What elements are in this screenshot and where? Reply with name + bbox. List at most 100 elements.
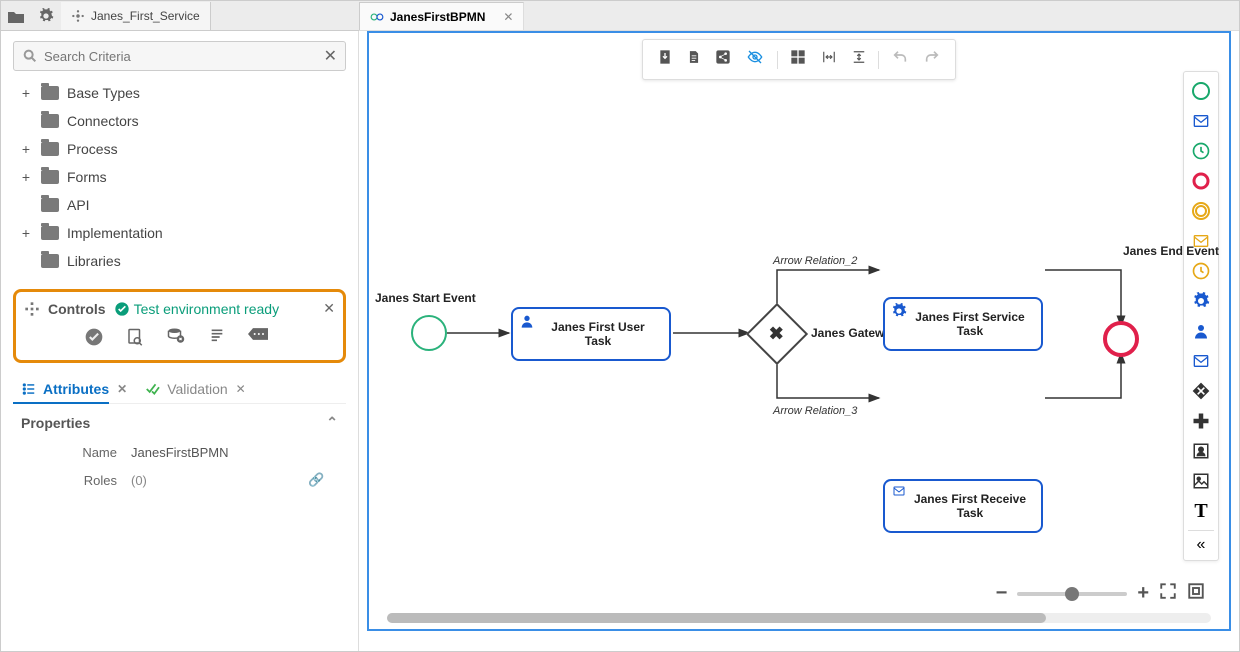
link-icon[interactable]: 🔗 [308, 472, 338, 488]
user-task[interactable]: Janes First User Task [511, 307, 671, 361]
tree-item-libraries[interactable]: Libraries [17, 247, 346, 275]
chevron-up-icon[interactable]: ⌃ [326, 414, 338, 431]
fullscreen-icon[interactable] [1159, 582, 1177, 605]
clear-search-icon[interactable]: ✕ [324, 46, 337, 66]
canvas-toolbar [642, 39, 956, 80]
folder-icon [41, 170, 59, 184]
download-icon[interactable] [655, 47, 675, 72]
start-event-icon[interactable] [1190, 80, 1212, 102]
properties-panel: Properties ⌃ Name JanesFirstBPMN Roles (… [7, 404, 352, 504]
relation-2-label: Arrow Relation_2 [773, 255, 857, 267]
tab-validation[interactable]: Validation ✕ [135, 375, 254, 403]
bpmn-icon [370, 10, 384, 24]
file-search-icon[interactable] [126, 327, 144, 352]
end-event[interactable] [1103, 321, 1139, 357]
x-icon: ✖ [769, 324, 784, 345]
fit-icon[interactable] [1187, 582, 1205, 605]
tree-item-implementation[interactable]: +Implementation [17, 219, 346, 247]
gateway-icon[interactable] [1190, 380, 1212, 402]
relation-3-label: Arrow Relation_3 [773, 405, 857, 417]
controls-title: Controls [48, 301, 106, 317]
sidebar: ✕ +Base Types Connectors +Process +Forms… [1, 31, 359, 651]
folder-icon [41, 114, 59, 128]
horizontal-scrollbar[interactable] [387, 613, 1211, 623]
property-roles: Roles (0) 🔗 [21, 466, 338, 494]
verify-icon[interactable] [84, 327, 104, 352]
intermediate-event-icon[interactable] [1190, 200, 1212, 222]
folder-icon [41, 226, 59, 240]
share-icon[interactable] [713, 47, 733, 72]
visibility-off-icon[interactable] [743, 47, 767, 72]
document-icon[interactable] [685, 47, 703, 72]
tree-item-connectors[interactable]: Connectors [17, 107, 346, 135]
image-icon[interactable] [1190, 470, 1212, 492]
fit-width-icon[interactable] [818, 48, 840, 71]
tree-item-process[interactable]: +Process [17, 135, 346, 163]
zoom-slider[interactable] [1017, 592, 1127, 596]
list-icon [21, 382, 37, 396]
start-event-label: Janes Start Event [375, 291, 476, 305]
bpmn-palette: T « [1183, 71, 1219, 561]
timer-event-icon[interactable] [1190, 140, 1212, 162]
gear-icon[interactable] [31, 1, 61, 31]
zoom-in-button[interactable]: + [1137, 582, 1149, 605]
database-icon[interactable] [166, 327, 186, 352]
tree-item-base-types[interactable]: +Base Types [17, 79, 346, 107]
message-start-icon[interactable] [1190, 110, 1212, 132]
close-tab-icon[interactable]: ✕ [117, 382, 127, 396]
search-icon [22, 48, 38, 64]
tab-attributes[interactable]: Attributes ✕ [13, 375, 135, 403]
subtabs: Attributes ✕ Validation ✕ [13, 375, 346, 404]
close-tab-icon[interactable]: ✕ [503, 10, 513, 24]
search-input[interactable] [44, 49, 324, 64]
fit-height-icon[interactable] [850, 46, 868, 73]
controls-toolbar [24, 327, 335, 352]
folder-icon [41, 254, 59, 268]
editor-tab[interactable]: JanesFirstBPMN ✕ [359, 2, 524, 30]
user-task-icon[interactable] [1190, 320, 1212, 342]
folder-icon [41, 198, 59, 212]
grid-icon[interactable] [788, 47, 808, 72]
start-event[interactable] [411, 315, 447, 351]
zoom-controls: − + [996, 582, 1205, 605]
property-name: Name JanesFirstBPMN [21, 439, 338, 466]
end-event-label: Janes End Event [1109, 244, 1219, 258]
end-event-icon[interactable] [1190, 170, 1212, 192]
controls-panel: Controls Test environment ready ✕ [13, 289, 346, 363]
folder-icon[interactable] [1, 1, 31, 31]
canvas-area: JanesFirstBPMN ✕ [359, 31, 1239, 651]
redo-icon[interactable] [921, 47, 943, 72]
folder-icon [41, 142, 59, 156]
close-controls-icon[interactable]: ✕ [323, 300, 335, 317]
service-task[interactable]: Janes First Service Task [883, 297, 1043, 351]
zoom-out-button[interactable]: − [996, 582, 1008, 605]
main: ✕ +Base Types Connectors +Process +Forms… [1, 31, 1239, 651]
gateway[interactable]: ✖ [746, 303, 808, 365]
list-icon[interactable] [208, 327, 226, 352]
service-task-icon[interactable] [1190, 290, 1212, 312]
undo-icon[interactable] [889, 47, 911, 72]
controls-icon [24, 301, 40, 317]
topbar-left: Janes_First_Service [1, 1, 211, 30]
tree-item-forms[interactable]: +Forms [17, 163, 346, 191]
properties-header[interactable]: Properties ⌃ [21, 414, 338, 431]
user-icon [519, 313, 535, 332]
timer-catch-icon[interactable] [1190, 260, 1212, 282]
plus-icon[interactable] [1190, 410, 1212, 432]
text-icon[interactable]: T [1190, 500, 1212, 522]
close-tab-icon[interactable]: ✕ [236, 382, 246, 396]
diagram-canvas[interactable]: T « Janes Start Event [367, 31, 1231, 631]
collapse-icon[interactable]: « [1188, 530, 1214, 552]
tree: +Base Types Connectors +Process +Forms A… [7, 75, 352, 283]
project-tab[interactable]: Janes_First_Service [61, 2, 211, 30]
envelope-icon [891, 485, 907, 500]
status-ready: Test environment ready [114, 301, 280, 317]
receive-task-icon[interactable] [1190, 350, 1212, 372]
receive-task[interactable]: Janes First Receive Task [883, 479, 1043, 533]
search-box[interactable]: ✕ [13, 41, 346, 71]
folder-icon [41, 86, 59, 100]
tag-icon[interactable] [248, 327, 268, 352]
tree-item-api[interactable]: API [17, 191, 346, 219]
project-tab-label: Janes_First_Service [91, 9, 200, 23]
embed-icon[interactable] [1190, 440, 1212, 462]
